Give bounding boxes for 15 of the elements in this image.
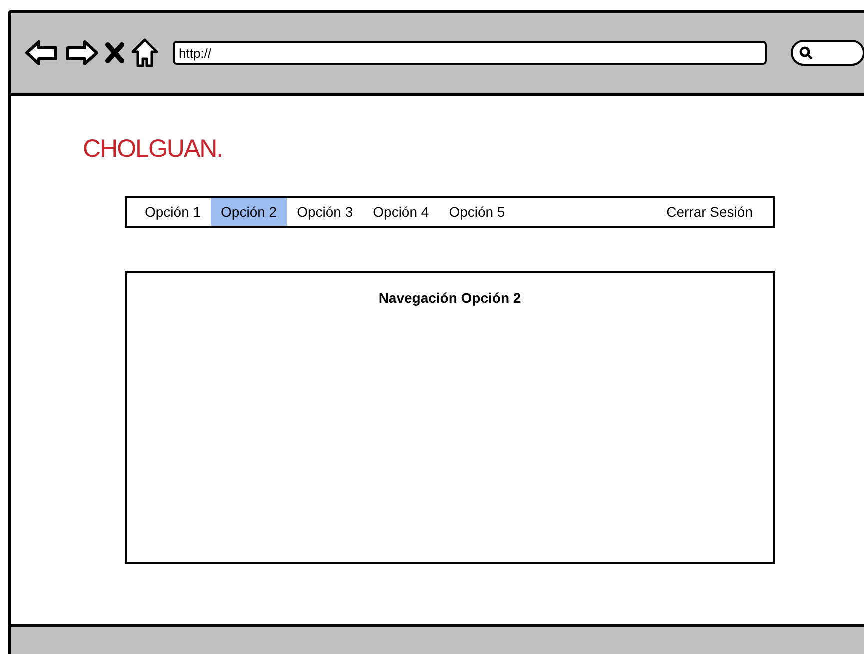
forward-icon[interactable]	[65, 39, 99, 67]
nav-tab[interactable]: Opción 2	[211, 198, 288, 226]
nav-tab[interactable]: Opción 3	[287, 198, 364, 226]
home-icon[interactable]	[131, 38, 159, 68]
close-icon[interactable]	[105, 42, 125, 64]
logout-link[interactable]: Cerrar Sesión	[656, 198, 763, 226]
panel-title: Navegación Opción 2	[378, 290, 522, 306]
logo: CHOLGUAN.	[83, 135, 223, 163]
search-field[interactable]	[791, 40, 864, 66]
nav-tab[interactable]: Opción 1	[135, 198, 212, 226]
search-icon	[799, 46, 813, 60]
address-field[interactable]: http://	[173, 41, 767, 65]
back-icon[interactable]	[25, 39, 59, 67]
nav-tab[interactable]: Opción 4	[363, 198, 440, 226]
nav-tab[interactable]: Opción 5	[439, 198, 516, 226]
